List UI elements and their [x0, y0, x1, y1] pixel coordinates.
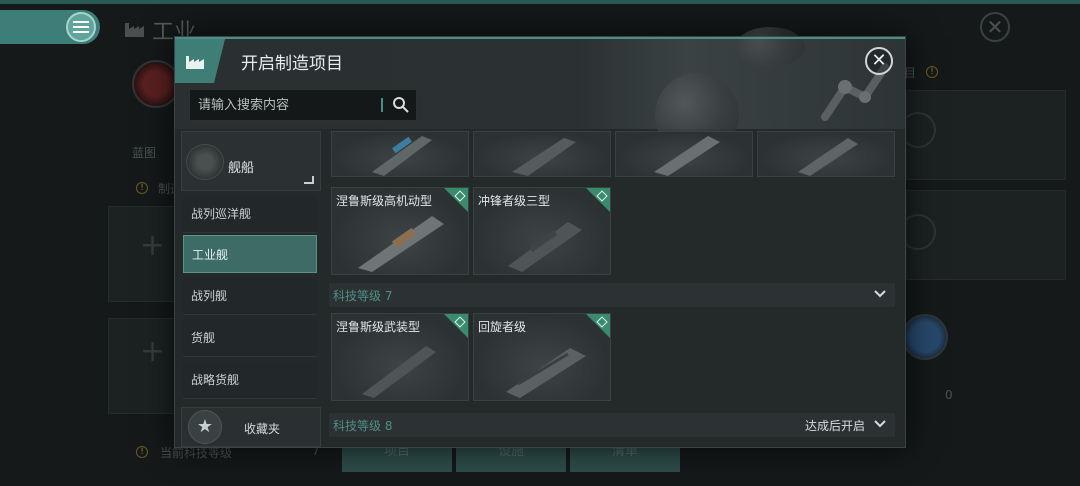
blueprint-name: 回旋者级: [478, 320, 527, 334]
counter-value: 0: [945, 388, 953, 402]
search-icon[interactable]: [392, 96, 410, 114]
planet-decoration: [735, 27, 805, 67]
expand-corner-icon: [304, 176, 314, 184]
blueprint-grid: 涅鲁斯级高机动型 冲锋者级三型 科技等级 7 涅鲁斯级武装型 回旋者级 科技等级…: [325, 131, 901, 447]
blueprint-card[interactable]: [615, 131, 753, 177]
chevron-down-icon: [874, 290, 886, 298]
tech-level-8-label: 科技等级 8: [333, 419, 393, 433]
warning-icon: !: [926, 66, 938, 78]
blueprint-card[interactable]: [757, 131, 895, 177]
add-slot-icon[interactable]: +: [140, 228, 165, 263]
category-item-battlecruiser[interactable]: 战列巡洋舰: [183, 195, 317, 233]
start-manufacturing-modal: 开启制造项目 ✕ 舰船 战列巡洋舰 工业舰 战列舰 货舰 战略货舰 ★ 收藏夹: [174, 27, 906, 448]
blueprint-card[interactable]: 涅鲁斯级高机动型: [331, 187, 469, 275]
blueprint-card[interactable]: 涅鲁斯级武装型: [331, 313, 469, 401]
blueprint-name: 冲锋者级三型: [478, 194, 551, 208]
factory-icon: [125, 23, 144, 37]
ship-image: [798, 138, 858, 176]
search-caret: [381, 98, 383, 112]
facility-avatar: [132, 60, 180, 108]
warning-icon: !: [136, 182, 148, 194]
blueprint-card[interactable]: [473, 131, 611, 177]
category-list: 舰船 战列巡洋舰 工业舰 战列舰 货舰 战略货舰: [181, 131, 321, 443]
warning-icon: !: [136, 446, 148, 458]
menu-icon: [73, 21, 89, 33]
blueprint-card[interactable]: 冲锋者级三型: [473, 187, 611, 275]
search-box: [189, 89, 417, 121]
star-icon: ★: [188, 410, 222, 444]
blueprint-name: 涅鲁斯级武装型: [336, 320, 421, 334]
ship-image: [372, 136, 432, 176]
category-ships-label: 舰船: [228, 161, 255, 176]
blueprint-name: 涅鲁斯级高机动型: [336, 194, 433, 208]
modal-title: 开启制造项目: [241, 54, 343, 74]
blueprint-label: 蓝图: [132, 146, 157, 160]
category-item-battleship[interactable]: 战列舰: [183, 277, 317, 315]
ship-image: [508, 222, 582, 272]
tech-level-8-status: 达成后开启: [804, 419, 865, 433]
add-slot-icon[interactable]: +: [140, 334, 165, 369]
ship-image: [654, 136, 720, 176]
tech-level-8-header[interactable]: 科技等级 8 达成后开启: [329, 413, 895, 437]
favorites-label: 收藏夹: [244, 422, 281, 436]
microscope-icon[interactable]: [902, 314, 948, 360]
ship-image: [512, 138, 576, 176]
factory-icon: [186, 56, 204, 69]
menu-button[interactable]: [66, 12, 96, 42]
category-item-freighter[interactable]: 货舰: [183, 319, 317, 357]
blueprint-card[interactable]: 回旋者级: [473, 313, 611, 401]
modal-close-button[interactable]: ✕: [865, 47, 893, 75]
ship-image: [358, 216, 444, 272]
tech-level-7-label: 科技等级 7: [333, 289, 393, 303]
tech-level-7-header[interactable]: 科技等级 7: [329, 283, 895, 307]
search-input[interactable]: [190, 90, 382, 120]
category-ships[interactable]: 舰船: [181, 131, 321, 191]
page-close-button[interactable]: ✕: [980, 12, 1010, 42]
ship-category-icon: [186, 144, 224, 180]
top-bar: [0, 0, 1080, 4]
chevron-down-icon: [874, 420, 886, 428]
modal-accent-line: [175, 37, 905, 39]
category-item-industrial[interactable]: 工业舰: [183, 235, 317, 273]
category-item-strategic-freighter[interactable]: 战略货舰: [183, 361, 317, 399]
ship-image: [362, 346, 436, 398]
ship-image: [506, 348, 586, 398]
favorites-button[interactable]: ★ 收藏夹: [181, 407, 321, 447]
blueprint-card[interactable]: [331, 131, 469, 177]
